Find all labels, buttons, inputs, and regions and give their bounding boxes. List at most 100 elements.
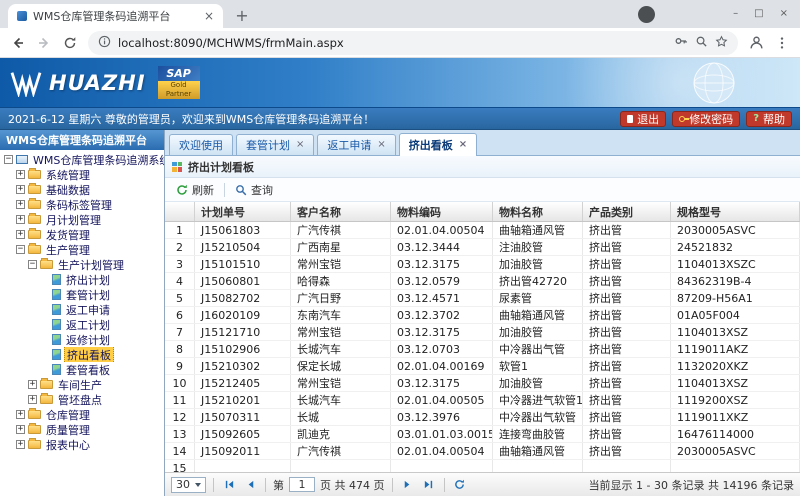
- table-row[interactable]: 11J15210201长城汽车02.01.04.00505中冷器进气软管1挤出管…: [165, 392, 800, 409]
- minimize-icon[interactable]: [733, 9, 738, 19]
- expand-toggle-icon[interactable]: +: [16, 185, 25, 194]
- tree-item[interactable]: −WMS仓库管理条码追溯系统: [0, 152, 164, 167]
- table-row-partial[interactable]: 15: [165, 460, 800, 472]
- cell: 长城汽车: [291, 341, 391, 357]
- site-info-icon[interactable]: [98, 35, 111, 51]
- tab-close-icon[interactable]: ×: [459, 140, 467, 150]
- table-row[interactable]: 3J15101510常州宝铠03.12.3175加油胶管挤出管1104013XS…: [165, 256, 800, 273]
- page-label-suffix: 页 共 474 页: [320, 477, 385, 493]
- doc-tab[interactable]: 返工申请×: [317, 134, 395, 155]
- tree-item[interactable]: 套管计划: [0, 287, 164, 302]
- expand-toggle-icon[interactable]: +: [16, 170, 25, 179]
- doc-tab[interactable]: 套管计划×: [236, 134, 314, 155]
- query-button[interactable]: 查询: [231, 181, 277, 199]
- collapse-toggle-icon[interactable]: −: [16, 245, 25, 254]
- doc-tab[interactable]: 挤出看板×: [399, 133, 477, 156]
- expand-toggle-icon[interactable]: +: [16, 425, 25, 434]
- table-row[interactable]: 4J15060801哈得森03.12.0579挤出管42720挤出管843623…: [165, 273, 800, 290]
- address-bar[interactable]: localhost:8090/MCHWMS/frmMain.aspx: [88, 31, 738, 55]
- table-row[interactable]: 2J15210504广西南星03.12.3444注油胶管挤出管24521832: [165, 239, 800, 256]
- doc-tab[interactable]: 欢迎使用: [169, 134, 233, 155]
- table-row[interactable]: 6J16020109东南汽车03.12.3702曲轴箱通风管挤出管01A05F0…: [165, 307, 800, 324]
- expand-toggle-icon[interactable]: +: [16, 410, 25, 419]
- help-button[interactable]: 帮助: [746, 111, 792, 127]
- tree-item[interactable]: −生产管理: [0, 242, 164, 257]
- tree-item[interactable]: +车间生产: [0, 377, 164, 392]
- tree-item[interactable]: +质量管理: [0, 422, 164, 437]
- tree-item[interactable]: +报表中心: [0, 437, 164, 452]
- tree-item[interactable]: +系统管理: [0, 167, 164, 182]
- tree-item[interactable]: 挤出计划: [0, 272, 164, 287]
- expand-toggle-icon[interactable]: +: [16, 230, 25, 239]
- table-row[interactable]: 7J15121710常州宝铠03.12.3175加油胶管挤出管1104013XS…: [165, 324, 800, 341]
- tree-item[interactable]: +基础数据: [0, 182, 164, 197]
- reload-icon[interactable]: [62, 35, 78, 51]
- profile-avatar[interactable]: [638, 6, 655, 23]
- tab-close-icon[interactable]: [204, 10, 214, 22]
- tree-item[interactable]: 挤出看板: [0, 347, 164, 362]
- next-page-button[interactable]: [400, 477, 416, 493]
- url-text[interactable]: localhost:8090/MCHWMS/frmMain.aspx: [118, 36, 667, 50]
- expand-toggle-icon[interactable]: +: [28, 395, 37, 404]
- tab-close-icon[interactable]: ×: [377, 140, 385, 150]
- tree-item[interactable]: 返工计划: [0, 317, 164, 332]
- pager-refresh-button[interactable]: [452, 477, 468, 493]
- tree-item-label: 套管看板: [64, 362, 112, 377]
- column-header[interactable]: 客户名称: [291, 202, 391, 221]
- refresh-button[interactable]: 刷新: [172, 181, 218, 199]
- user-icon[interactable]: [748, 35, 764, 51]
- back-icon[interactable]: [10, 35, 26, 51]
- collapse-toggle-icon[interactable]: −: [28, 260, 37, 269]
- tree-item[interactable]: −生产计划管理: [0, 257, 164, 272]
- tree-item[interactable]: +月计划管理: [0, 212, 164, 227]
- tree-item[interactable]: +管坯盘点: [0, 392, 164, 407]
- last-page-button[interactable]: [421, 477, 437, 493]
- cell: 挤出管: [583, 239, 671, 255]
- column-header[interactable]: 计划单号: [195, 202, 291, 221]
- first-page-button[interactable]: [221, 477, 237, 493]
- table-row[interactable]: 1J15061803广汽传祺02.01.04.00504曲轴箱通风管挤出管203…: [165, 222, 800, 239]
- change-password-button[interactable]: 修改密码: [672, 111, 740, 127]
- expand-toggle-icon[interactable]: +: [28, 380, 37, 389]
- logout-button[interactable]: 退出: [620, 111, 666, 127]
- password-key-icon[interactable]: [674, 34, 688, 51]
- maximize-icon[interactable]: [754, 9, 763, 19]
- cell: 中冷器出气软管: [493, 409, 583, 425]
- tree-item[interactable]: 返修计划: [0, 332, 164, 347]
- bookmark-star-icon[interactable]: [715, 35, 728, 51]
- close-icon[interactable]: [780, 9, 788, 19]
- tree-item[interactable]: +条码标签管理: [0, 197, 164, 212]
- table-row[interactable]: 8J15102906长城汽车03.12.0703中冷器出气管挤出管1119011…: [165, 341, 800, 358]
- prev-page-button[interactable]: [242, 477, 258, 493]
- browser-tab[interactable]: WMS仓库管理条码追溯平台: [8, 4, 223, 28]
- column-header[interactable]: 物料编码: [391, 202, 493, 221]
- table-row[interactable]: 14J15092011广汽传祺02.01.04.00504曲轴箱通风管挤出管20…: [165, 443, 800, 460]
- expand-toggle-icon[interactable]: +: [16, 440, 25, 449]
- column-header[interactable]: 产品类别: [583, 202, 671, 221]
- table-row[interactable]: 12J15070311长城03.12.3976中冷器出气软管挤出管1119011…: [165, 409, 800, 426]
- page-number-input[interactable]: 1: [289, 477, 315, 492]
- tree-item[interactable]: +发货管理: [0, 227, 164, 242]
- table-row[interactable]: 10J15212405常州宝铠03.12.3175加油胶管挤出管1104013X…: [165, 375, 800, 392]
- table-row[interactable]: 13J15092605凯迪克03.01.01.03.00152连接弯曲胶管挤出管…: [165, 426, 800, 443]
- expand-toggle-icon[interactable]: +: [16, 215, 25, 224]
- forward-icon[interactable]: [36, 35, 52, 51]
- collapse-toggle-icon[interactable]: −: [4, 155, 13, 164]
- table-row[interactable]: 5J15082702广汽日野03.12.4571尿素管挤出管87209-H56A…: [165, 290, 800, 307]
- column-header[interactable]: 规格型号: [671, 202, 800, 221]
- tree-item[interactable]: 返工申请: [0, 302, 164, 317]
- new-tab-button[interactable]: [231, 4, 253, 26]
- column-header[interactable]: 物料名称: [493, 202, 583, 221]
- table-row[interactable]: 9J15210302保定长城02.01.04.00169软管1挤出管113202…: [165, 358, 800, 375]
- expand-toggle-icon[interactable]: +: [16, 200, 25, 209]
- cell: J15082702: [195, 290, 291, 306]
- tab-close-icon[interactable]: ×: [296, 140, 304, 150]
- panel-title-bar: 挤出计划看板: [165, 156, 800, 178]
- tree-item[interactable]: 套管看板: [0, 362, 164, 377]
- zoom-icon[interactable]: [695, 35, 708, 51]
- page-size-select[interactable]: 30: [171, 477, 206, 493]
- tree-item[interactable]: +仓库管理: [0, 407, 164, 422]
- browser-tab-title: WMS仓库管理条码追溯平台: [33, 8, 198, 24]
- leaf-icon: [52, 334, 61, 345]
- menu-dots-icon[interactable]: [774, 35, 790, 51]
